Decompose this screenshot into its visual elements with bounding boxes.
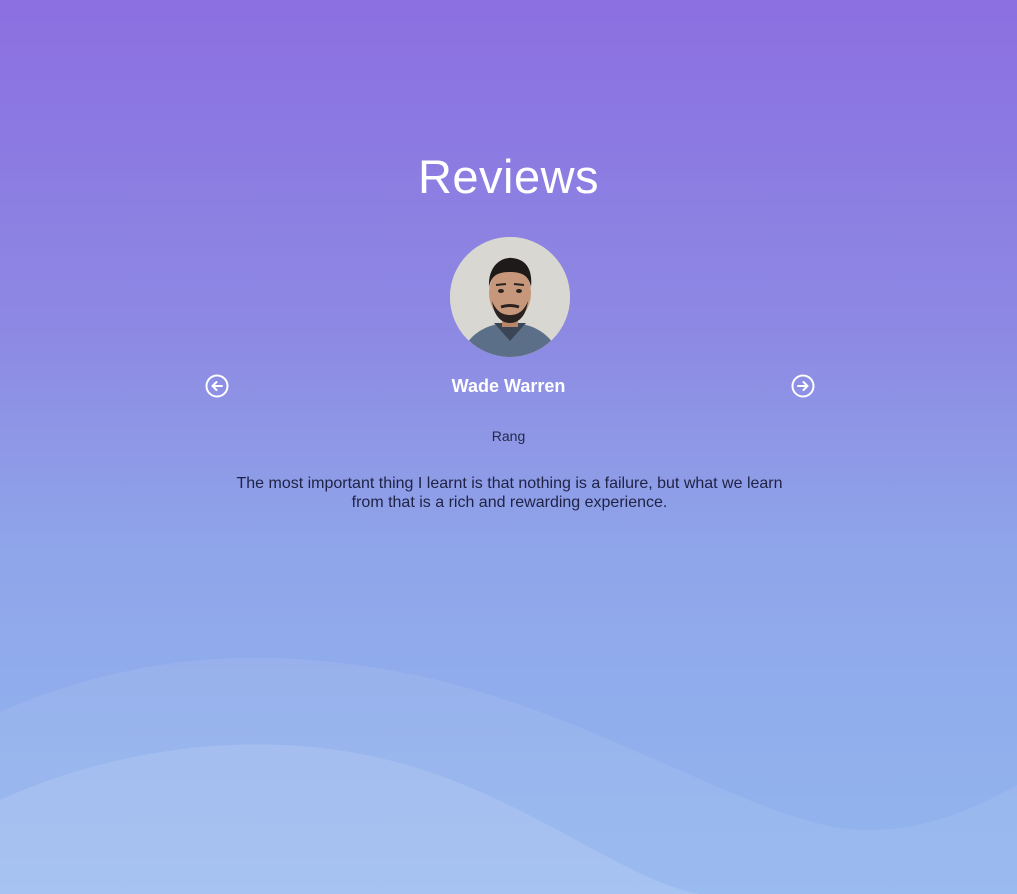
section-title: Reviews <box>417 150 600 203</box>
avatar <box>450 237 570 357</box>
reviewer-role: Rang <box>491 428 526 444</box>
next-review-button[interactable] <box>791 374 815 398</box>
reviewer-photo <box>450 237 570 357</box>
arrow-right-circle-icon <box>791 374 815 398</box>
reviews-section: Reviews Wade Warren Rang The most import… <box>0 0 1017 894</box>
reviewer-name: Wade Warren <box>451 376 566 396</box>
review-text: The most important thing I learnt is tha… <box>236 475 783 511</box>
